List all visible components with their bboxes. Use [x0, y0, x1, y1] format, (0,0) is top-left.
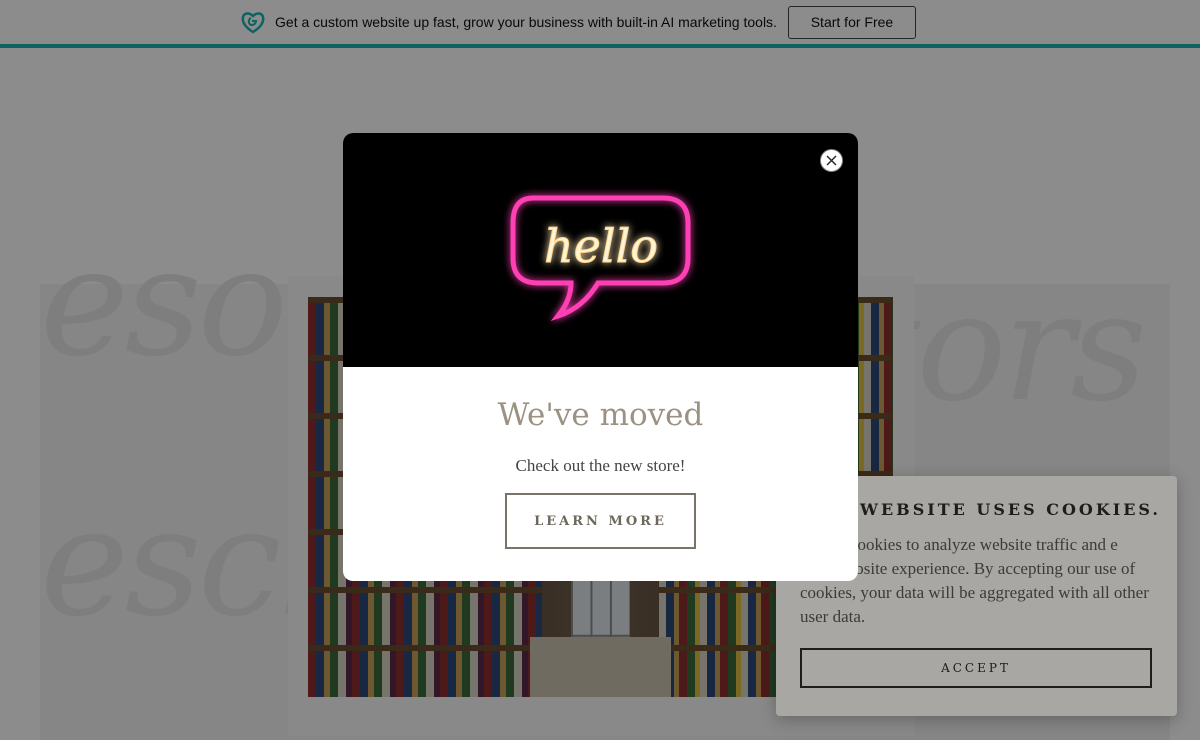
neon-hello-sign-icon: hello	[510, 195, 691, 321]
learn-more-button[interactable]: LEARN MORE	[505, 493, 696, 549]
accept-cookies-button[interactable]: ACCEPT	[800, 648, 1152, 688]
moved-modal: hello We've moved Check out the new stor…	[343, 133, 858, 581]
neon-hello-text: hello	[544, 219, 658, 273]
modal-subtitle: Check out the new store!	[515, 456, 686, 475]
modal-hero-image: hello	[343, 133, 858, 367]
modal-title: We've moved	[497, 397, 704, 433]
close-modal-button[interactable]	[820, 149, 843, 172]
close-icon	[826, 155, 837, 166]
cookie-title: WEBSITE USES COOKIES.	[860, 500, 1161, 519]
